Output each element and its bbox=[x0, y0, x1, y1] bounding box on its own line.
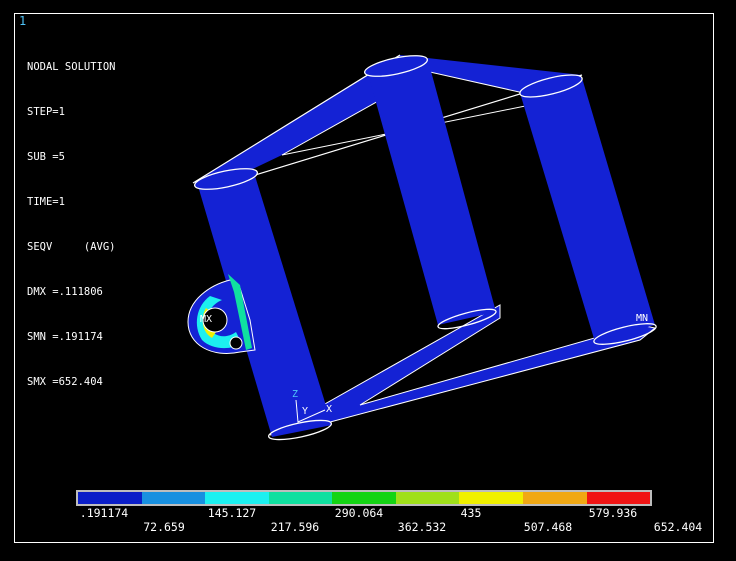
legend-color-band bbox=[586, 492, 651, 504]
triad-x-label: X bbox=[326, 404, 333, 415]
legend-label: 579.936 bbox=[588, 506, 638, 520]
legend-color-band bbox=[459, 492, 523, 504]
legend-label: 652.404 bbox=[653, 520, 703, 534]
legend-color-band bbox=[78, 492, 142, 504]
legend-label: 145.127 bbox=[207, 506, 257, 520]
legend-label: 362.532 bbox=[397, 520, 447, 534]
max-stress-marker: MX bbox=[200, 314, 213, 325]
contour-legend-bar bbox=[76, 490, 652, 506]
legend-label: 217.596 bbox=[270, 520, 320, 534]
fea-model-view bbox=[187, 54, 657, 441]
legend-color-band bbox=[141, 492, 206, 504]
stress-bracket-notch bbox=[229, 336, 243, 350]
graphics-viewport[interactable]: 1 NODAL SOLUTION STEP=1 SUB =5 TIME=1 SE… bbox=[0, 0, 736, 561]
min-stress-marker: MN bbox=[636, 313, 649, 324]
legend-label: 72.659 bbox=[143, 520, 185, 534]
right-cylinder bbox=[520, 78, 655, 342]
legend-label: 507.468 bbox=[523, 520, 573, 534]
legend-label: 290.064 bbox=[334, 506, 384, 520]
legend-color-band bbox=[268, 492, 333, 504]
legend-color-band bbox=[522, 492, 587, 504]
legend-label: 435 bbox=[460, 506, 482, 520]
triad-y-label: Y bbox=[302, 406, 309, 417]
legend-color-band bbox=[332, 492, 396, 504]
triad-z-label: Z bbox=[292, 389, 299, 400]
legend-color-band bbox=[205, 492, 269, 504]
legend-label: .191174 bbox=[79, 506, 129, 520]
legend-color-band bbox=[395, 492, 460, 504]
